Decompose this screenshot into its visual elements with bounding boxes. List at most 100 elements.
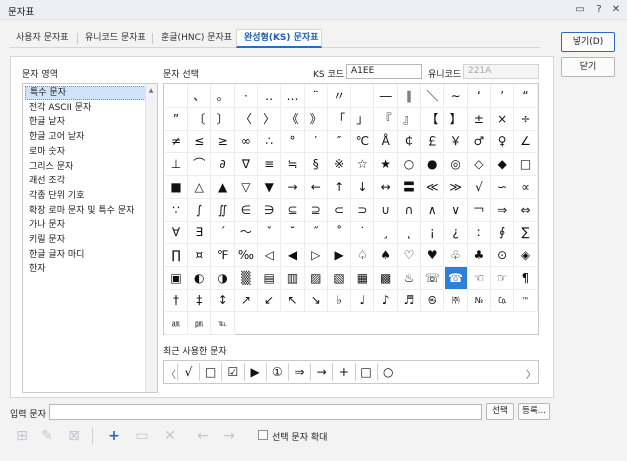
symbol-cell[interactable]: ∧ — [421, 198, 445, 222]
region-item[interactable]: 확장 로마 문자 및 특수 문자 — [25, 204, 146, 218]
symbol-cell[interactable]: ↕ — [211, 289, 235, 313]
symbol-cell[interactable]: ∴ — [258, 130, 282, 154]
add-icon[interactable]: + — [104, 426, 124, 446]
symbol-cell[interactable]: □ — [514, 153, 538, 177]
symbol-cell[interactable]: ♬ — [398, 289, 421, 313]
symbol-cell[interactable]: ⌒ — [188, 153, 212, 177]
region-list[interactable]: 특수 문자 전각 ASCII 문자 한글 낱자 한글 고어 낱자 로마 숫자 그리스 문자… — [22, 83, 158, 393]
symbol-cell[interactable]: ♩ — [351, 289, 375, 313]
symbol-cell[interactable]: ↔ — [374, 175, 398, 199]
symbol-cell[interactable]: § — [304, 153, 328, 177]
symbol-cell[interactable]: ☆ — [351, 153, 375, 177]
recent-char[interactable]: ▶ — [243, 363, 266, 381]
symbol-cell[interactable]: ■ — [165, 175, 188, 199]
symbol-cell[interactable]: ♧ — [444, 243, 468, 267]
symbol-cell[interactable]: ≫ — [444, 175, 468, 199]
arrow-left-icon[interactable]: ← — [193, 426, 213, 446]
recent-char[interactable]: ○ — [376, 363, 399, 381]
symbol-cell[interactable]: ↑ — [328, 175, 352, 199]
symbol-cell[interactable]: ∑ — [514, 221, 538, 245]
symbol-cell[interactable]: ▧ — [328, 266, 352, 290]
symbol-cell[interactable]: 》 — [304, 107, 328, 131]
symbol-cell[interactable]: ￡ — [421, 130, 445, 154]
symbol-cell[interactable]: ◁ — [258, 243, 282, 267]
recent-char[interactable]: ① — [265, 363, 288, 381]
symbol-cell[interactable]: ˚ — [328, 221, 352, 245]
symbol-cell[interactable]: ◐ — [188, 266, 212, 290]
symbol-cell[interactable]: → — [281, 175, 305, 199]
symbol-cell[interactable]: ▼ — [258, 175, 282, 199]
symbol-cell[interactable]: ℃ — [351, 130, 375, 154]
symbol-cell[interactable]: ∀ — [165, 221, 188, 245]
symbol-cell[interactable]: ⊇ — [304, 198, 328, 222]
symbol-cell[interactable]: ∩ — [398, 198, 421, 222]
symbol-cell[interactable]: 。 — [211, 85, 235, 108]
symbol-cell[interactable]: Å — [374, 130, 398, 154]
symbol-cell[interactable]: ㏇ — [491, 289, 515, 313]
symbol-cell[interactable]: ※ — [328, 153, 352, 177]
symbol-cell[interactable]: ‥ — [258, 85, 282, 108]
symbol-cell[interactable]: ＼ — [421, 85, 445, 108]
region-item[interactable]: 특수 문자 — [25, 86, 146, 100]
symbol-cell[interactable]: ° — [281, 130, 305, 154]
symbol-cell[interactable]: ∥ — [398, 85, 421, 108]
delete-icon[interactable]: ✕ — [160, 426, 180, 446]
symbol-cell[interactable]: ∪ — [374, 198, 398, 222]
symbol-cell[interactable]: 《 — [281, 107, 305, 131]
symbol-cell[interactable]: ≪ — [421, 175, 445, 199]
symbol-cell[interactable]: ∵ — [165, 198, 188, 222]
symbol-cell[interactable]: 【 — [421, 107, 445, 131]
symbol-cell[interactable]: ™ — [514, 289, 538, 313]
symbol-cell[interactable]: 〔 — [188, 107, 212, 131]
symbol-cell[interactable]: ◈ — [514, 243, 538, 267]
symbol-cell[interactable]: ▽ — [234, 175, 258, 199]
symbol-cell[interactable]: ♭ — [328, 289, 352, 313]
symbol-cell[interactable]: ↗ — [234, 289, 258, 313]
symbol-cell[interactable]: ▤ — [258, 266, 282, 290]
symbol-cell[interactable]: ≥ — [211, 130, 235, 154]
symbol-cell[interactable]: ♣ — [467, 243, 491, 267]
symbol-cell[interactable]: ∋ — [258, 198, 282, 222]
symbol-cell[interactable]: ― — [374, 85, 398, 108]
symbol-cell[interactable]: ★ — [374, 153, 398, 177]
symbol-cell[interactable]: ∝ — [514, 175, 538, 199]
symbol-cell[interactable]: · — [234, 85, 258, 108]
symbol-cell[interactable]: † — [165, 289, 188, 313]
symbol-cell[interactable]: “ — [514, 85, 538, 108]
close-button[interactable]: 닫기 — [561, 57, 615, 77]
symbol-cell[interactable]: ♂ — [467, 130, 491, 154]
symbol-cell[interactable]: ː — [467, 221, 491, 245]
symbol-cell[interactable]: ‰ — [234, 243, 258, 267]
symbol-cell[interactable]: ’ — [491, 85, 515, 108]
symbol-cell[interactable]: ▷ — [304, 243, 328, 267]
symbol-cell[interactable]: 〕 — [211, 107, 235, 131]
symbol-cell[interactable]: ¤ — [188, 243, 212, 267]
symbol-cell[interactable]: ≤ — [188, 130, 212, 154]
symbol-cell[interactable]: ♀ — [491, 130, 515, 154]
symbol-cell[interactable]: 〃 — [328, 85, 352, 108]
list-scrollbar[interactable] — [145, 84, 157, 392]
symbol-cell[interactable]: ¶ — [514, 266, 538, 290]
symbol-cell[interactable]: ▲ — [211, 175, 235, 199]
symbol-cell[interactable]: ▶ — [328, 243, 352, 267]
symbol-cell[interactable]: ∼ — [444, 85, 468, 108]
recent-char[interactable]: □ — [354, 363, 377, 381]
symbol-cell[interactable]: ∬ — [211, 198, 235, 222]
symbol-cell[interactable]: ▨ — [304, 266, 328, 290]
symbol-cell[interactable]: 〈 — [234, 107, 258, 131]
symbol-cell[interactable]: № — [467, 289, 491, 313]
symbol-cell[interactable]: ´ — [211, 221, 235, 245]
symbol-cell[interactable]: ▣ — [165, 266, 188, 290]
minimize-icon[interactable]: ▭ — [573, 3, 587, 17]
delete-set-icon[interactable]: ⊠ — [64, 426, 84, 446]
symbol-cell[interactable]: ˙ — [351, 221, 375, 245]
symbol-cell[interactable]: ↘ — [304, 289, 328, 313]
input-chars-field[interactable] — [49, 404, 482, 420]
symbol-cell[interactable]: ㈜ — [444, 289, 468, 313]
symbol-cell[interactable]: 』 — [398, 107, 421, 131]
symbol-cell[interactable]: 『 — [374, 107, 398, 131]
symbol-cell[interactable]: ˝ — [304, 221, 328, 245]
symbol-cell[interactable]: ● — [421, 153, 445, 177]
symbol-cell[interactable]: 「 — [328, 107, 352, 131]
symbol-cell[interactable]: ¨ — [304, 85, 328, 108]
